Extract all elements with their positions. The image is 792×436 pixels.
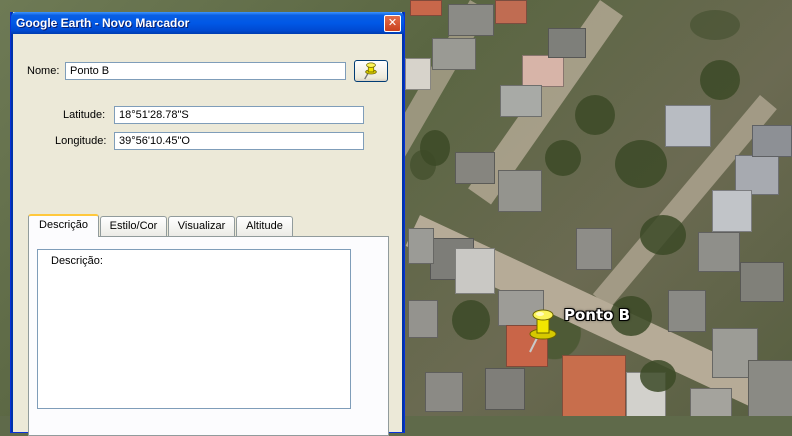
map-building (735, 155, 779, 195)
map-building (408, 228, 434, 264)
map-building (405, 58, 431, 90)
map-building (690, 388, 732, 416)
map-building (432, 38, 476, 70)
tab-visualizar[interactable]: Visualizar (168, 216, 235, 236)
longitude-label: Longitude: (55, 135, 107, 147)
map-building (425, 372, 463, 412)
map-building (522, 55, 564, 87)
map-building (665, 105, 711, 147)
map-building (576, 228, 612, 270)
map-building (455, 152, 495, 184)
map-building (668, 290, 706, 332)
map-tree (700, 60, 740, 100)
name-field[interactable]: Ponto B (65, 62, 346, 80)
map-building (748, 360, 792, 416)
placemark-icon-button[interactable] (354, 60, 388, 82)
tab-estilo-cor[interactable]: Estilo/Cor (100, 216, 167, 236)
map-tree (640, 360, 676, 392)
map-building (698, 232, 740, 272)
map-tree (690, 10, 740, 40)
map-tree (410, 150, 436, 180)
map-building (500, 85, 542, 117)
map-building (455, 248, 495, 294)
latitude-field[interactable]: 18°51'28.78"S (114, 106, 364, 124)
map-building (448, 4, 494, 36)
map-building (712, 190, 752, 232)
close-icon: ✕ (387, 16, 398, 29)
map-tree (545, 140, 581, 176)
description-label: Descrição: (51, 255, 103, 267)
map-building (740, 262, 784, 302)
map-building (562, 355, 626, 416)
map-tree (575, 95, 615, 135)
close-button[interactable]: ✕ (384, 15, 401, 32)
yellow-pushpin-icon (364, 62, 377, 80)
longitude-field[interactable]: 39°56'10.45"O (114, 132, 364, 150)
map-building (752, 125, 792, 157)
map-building (495, 0, 527, 24)
tab-altitude[interactable]: Altitude (236, 216, 293, 236)
tab-descricao[interactable]: Descrição (28, 214, 99, 237)
placemark-label: Ponto B (564, 306, 631, 324)
map-building (548, 28, 586, 58)
map-building (498, 170, 542, 212)
yellow-pushpin-icon[interactable] (526, 308, 560, 354)
name-label: Nome: (27, 65, 60, 77)
description-textarea[interactable] (37, 249, 351, 409)
map-building (408, 300, 438, 338)
dialog-titlebar[interactable]: Google Earth - Novo Marcador ✕ (11, 12, 404, 34)
map-tree (615, 140, 667, 188)
map-tree (640, 215, 686, 255)
latitude-label: Latitude: (63, 109, 106, 121)
map-building (485, 368, 525, 410)
dialog-title: Google Earth - Novo Marcador (16, 16, 190, 30)
map-building (410, 0, 442, 16)
map-tree (452, 300, 490, 340)
